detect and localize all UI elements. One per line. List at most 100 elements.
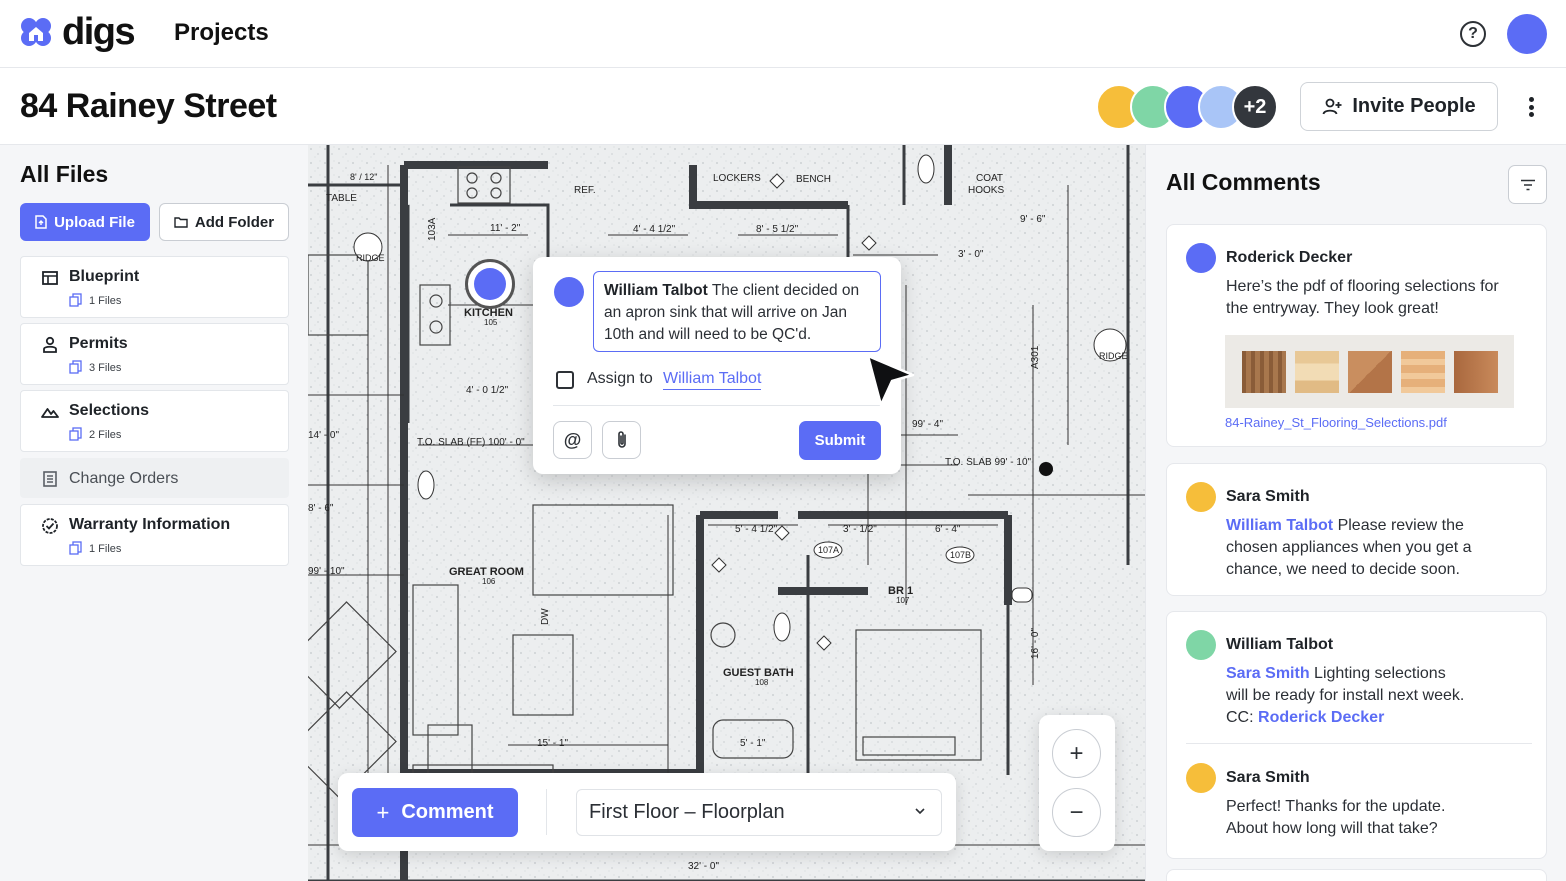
attach-button[interactable] [602, 421, 641, 459]
more-options-icon[interactable] [1518, 94, 1544, 120]
assignee-select[interactable]: William Talbot [663, 370, 762, 390]
blueprint-label: RIDGE [1099, 351, 1128, 361]
more-collaborators-badge[interactable]: +2 [1232, 84, 1278, 130]
add-folder-button[interactable]: Add Folder [159, 203, 289, 241]
blueprint-label: 99' - 4" [912, 419, 944, 430]
flooring-swatch [1400, 350, 1445, 393]
files-icon [69, 360, 82, 374]
folder-permits[interactable]: Permits 3 Files [20, 323, 289, 385]
attachment-link[interactable]: 84-Rainey_St_Flooring_Selections.pdf [1225, 415, 1447, 430]
mention-link[interactable]: William Talbot [1226, 517, 1333, 534]
folder-name: Selections [69, 402, 150, 419]
commenter-avatar [1186, 630, 1216, 660]
commenter-avatar [1186, 243, 1216, 273]
blueprint-label: COAT [976, 173, 1004, 184]
user-avatar[interactable] [1507, 14, 1547, 54]
upload-file-label: Upload File [54, 213, 135, 231]
blueprint-label: 14' - 0" [308, 430, 340, 441]
folder-warranty-information[interactable]: Warranty Information 1 Files [20, 504, 289, 566]
blueprint-label: 8' - 5 1/2" [756, 224, 799, 235]
document-icon [43, 471, 57, 487]
add-folder-label: Add Folder [194, 213, 275, 231]
blueprint-label: 4' - 0 1/2" [466, 385, 509, 396]
comment-card[interactable]: Sara Smith William Talbot Please review … [1166, 463, 1547, 596]
collaborator-avatars[interactable]: +2 [1096, 84, 1286, 130]
assign-checkbox[interactable] [556, 371, 574, 389]
comment-card[interactable]: Roderick Decker Here’s the pdf of floori… [1166, 224, 1547, 447]
files-icon [69, 541, 82, 555]
add-comment-button[interactable]: + Comment [352, 788, 518, 837]
filter-button[interactable] [1508, 165, 1547, 204]
blueprint-label: 108 [755, 678, 769, 687]
project-header: 84 Rainey Street +2 Invite People [0, 68, 1566, 145]
comment-body: William Talbot Please review the chosen … [1226, 515, 1516, 581]
files-icon [69, 427, 82, 441]
floorplan-toolbar: + Comment First Floor – Floorplan [338, 773, 956, 851]
folder-name: Change Orders [69, 470, 179, 487]
comment-pin[interactable] [474, 268, 506, 300]
files-sidebar: All Files Upload File Add Folder Bluepri… [0, 145, 308, 881]
comment-input[interactable]: William Talbot The client decided on an … [593, 271, 881, 352]
floorplan-drawing [308, 145, 1145, 881]
logo-icon [21, 18, 51, 46]
blueprint-label: LOCKERS [713, 173, 761, 184]
blueprint-icon [42, 271, 58, 285]
folder-file-count: 1 Files [89, 543, 122, 555]
floor-select[interactable]: First Floor – Floorplan [576, 789, 942, 836]
folder-change-orders[interactable]: Change Orders [20, 458, 289, 498]
zoom-in-button[interactable]: + [1052, 729, 1101, 778]
blueprint-label: 9' - 6" [1020, 214, 1046, 225]
comment-body: Perfect! Thanks for the update. About ho… [1226, 798, 1446, 837]
blueprint-label: 103A [427, 217, 438, 241]
mention-button[interactable]: @ [553, 421, 592, 459]
invite-people-label: Invite People [1352, 95, 1476, 117]
commenter-name: Sara Smith [1226, 488, 1310, 505]
blueprint-label: TABLE [326, 193, 357, 204]
popover-avatar [554, 277, 584, 307]
badge-check-icon [42, 518, 58, 534]
blueprint-label: 107B [950, 550, 972, 560]
logo[interactable]: digs [18, 12, 136, 52]
blueprint-canvas[interactable]: TABLE REF. KITCHEN 105 LOCKERS BENCH COA… [308, 145, 1145, 881]
blueprint-label: 4' - 4 1/2" [633, 224, 676, 235]
folder-name: Warranty Information [69, 516, 231, 533]
mountain-icon [41, 408, 59, 418]
folder-name: Blueprint [69, 268, 140, 285]
invite-people-button[interactable]: Invite People [1300, 82, 1498, 131]
blueprint-label: 3' - 0" [958, 249, 984, 260]
blueprint-label: 16' - 0" [1030, 627, 1041, 659]
assign-label: Assign to [587, 370, 653, 387]
comment-card[interactable]: William Talbot Sara Smith Lighting selec… [1166, 611, 1547, 859]
mention-name: William Talbot [604, 282, 708, 299]
flooring-attachment-preview[interactable] [1225, 335, 1514, 408]
nav-projects-link[interactable]: Projects [174, 19, 269, 47]
submit-button[interactable]: Submit [799, 421, 881, 460]
upload-file-icon [35, 215, 47, 229]
folder-blueprint[interactable]: Blueprint 1 Files [20, 256, 289, 318]
folder-selections[interactable]: Selections 2 Files [20, 390, 289, 452]
help-icon[interactable]: ? [1460, 21, 1486, 47]
blueprint-label: BENCH [796, 174, 832, 185]
commenter-avatar [1186, 763, 1216, 793]
divider [553, 405, 881, 406]
commenter-avatar [1186, 482, 1216, 512]
mention-link[interactable]: Sara Smith [1226, 665, 1310, 682]
blueprint-label: 15' - 1" [537, 738, 569, 749]
comment-card[interactable] [1166, 869, 1547, 881]
upload-file-button[interactable]: Upload File [20, 203, 150, 241]
commenter-name: Roderick Decker [1226, 249, 1353, 266]
flooring-swatch [1453, 350, 1498, 393]
blueprint-label: HOOKS [968, 185, 1005, 196]
folder-icon [174, 217, 188, 228]
blueprint-label: 5' - 4 1/2" [735, 524, 778, 535]
blueprint-label: 3' - 1/2" [843, 524, 877, 535]
mention-link[interactable]: Roderick Decker [1258, 709, 1384, 726]
add-user-icon [1322, 98, 1342, 114]
page-title: 84 Rainey Street [20, 87, 277, 125]
floor-select-value: First Floor – Floorplan [589, 801, 785, 823]
blueprint-label: 106 [482, 577, 496, 586]
blueprint-label: 99' - 10" [308, 566, 345, 577]
flooring-swatch [1347, 350, 1392, 393]
blueprint-label: 11' - 2" [490, 223, 521, 234]
zoom-out-button[interactable]: − [1052, 788, 1101, 837]
